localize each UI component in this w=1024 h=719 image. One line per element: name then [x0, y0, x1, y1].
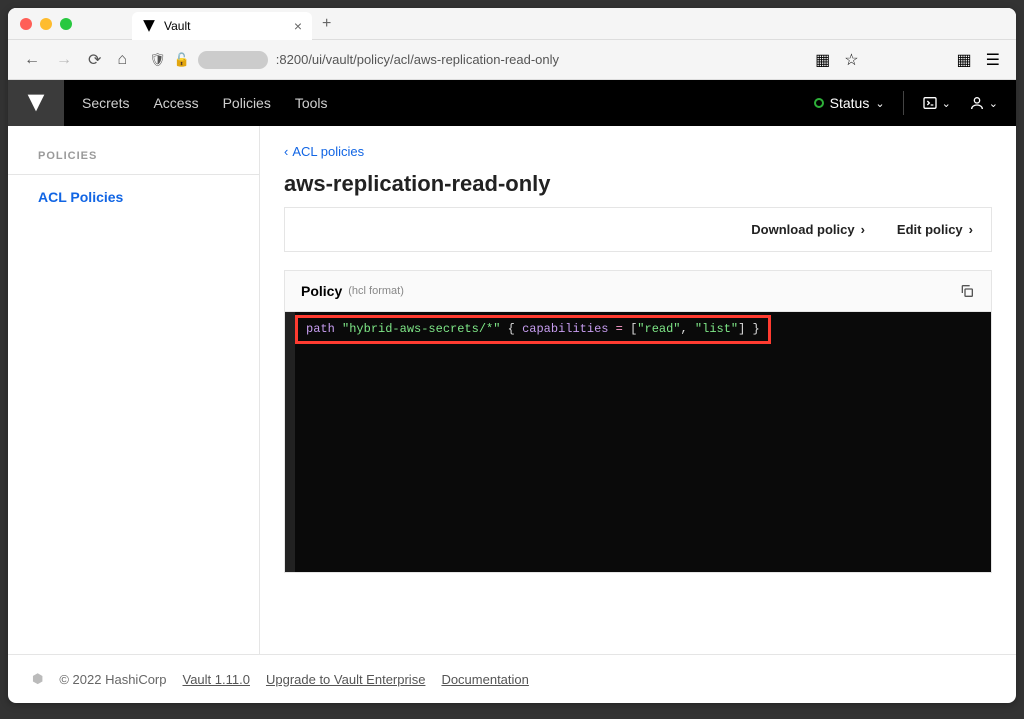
browser-toolbar: ← → ⟳ ⌂ 🛡 🔓 :8200/ui/vault/policy/acl/aw…	[8, 40, 1016, 80]
copy-icon	[959, 283, 975, 299]
highlighted-code-region: path "hybrid-aws-secrets/*" { capabiliti…	[295, 315, 771, 344]
new-tab-button[interactable]: +	[322, 15, 331, 33]
hashicorp-logo-icon: ⬢	[32, 671, 43, 687]
vault-logo-icon	[26, 93, 46, 113]
copyright: © 2022 HashiCorp	[59, 672, 166, 687]
terminal-icon	[922, 95, 938, 111]
menu-icon[interactable]: ☰	[986, 50, 1000, 70]
policy-label: Policy	[301, 283, 342, 299]
reload-button[interactable]: ⟳	[88, 50, 101, 70]
copy-button[interactable]	[959, 283, 975, 299]
footer: ⬢ © 2022 HashiCorp Vault 1.11.0 Upgrade …	[8, 654, 1016, 703]
browser-titlebar: Vault × +	[8, 8, 1016, 40]
download-label: Download policy	[751, 222, 854, 237]
policy-panel: Policy (hcl format) path "hybrid-aws-sec…	[284, 270, 992, 573]
url-redacted-host	[198, 51, 268, 69]
breadcrumb-back[interactable]: ‹ ACL policies	[284, 144, 992, 159]
url-text: :8200/ui/vault/policy/acl/aws-replicatio…	[276, 52, 559, 67]
breadcrumb-label: ACL policies	[292, 144, 364, 159]
version-link[interactable]: Vault 1.11.0	[183, 672, 250, 687]
window-close-button[interactable]	[20, 18, 32, 30]
status-indicator-icon	[814, 98, 824, 108]
nav-policies[interactable]: Policies	[223, 95, 271, 111]
apps-icon[interactable]: ▦	[957, 50, 972, 70]
main-content: ‹ ACL policies aws-replication-read-only…	[260, 126, 1016, 654]
shield-icon: 🛡	[149, 52, 166, 68]
upgrade-link[interactable]: Upgrade to Vault Enterprise	[266, 672, 425, 687]
chevron-down-icon: ⌄	[875, 97, 884, 110]
status-dropdown[interactable]: Status ⌄	[814, 95, 885, 111]
home-button[interactable]: ⌂	[117, 51, 127, 69]
action-bar: Download policy › Edit policy ›	[284, 207, 992, 252]
chevron-right-icon: ›	[969, 222, 973, 237]
insecure-lock-icon: 🔓	[174, 52, 190, 68]
console-dropdown[interactable]: ⌄	[922, 95, 951, 111]
documentation-link[interactable]: Documentation	[441, 672, 528, 687]
app-header: Secrets Access Policies Tools Status ⌄ ⌄…	[8, 80, 1016, 126]
download-policy-button[interactable]: Download policy ›	[751, 222, 865, 237]
chevron-down-icon: ⌄	[989, 97, 998, 110]
edit-policy-button[interactable]: Edit policy ›	[897, 222, 973, 237]
chevron-right-icon: ›	[861, 222, 865, 237]
forward-button[interactable]: →	[56, 51, 72, 69]
tab-title: Vault	[164, 19, 190, 33]
code-editor[interactable]: path "hybrid-aws-secrets/*" { capabiliti…	[285, 312, 991, 572]
window-minimize-button[interactable]	[40, 18, 52, 30]
status-label: Status	[830, 95, 870, 111]
sidebar-item-acl-policies[interactable]: ACL Policies	[8, 175, 259, 219]
user-dropdown[interactable]: ⌄	[969, 95, 998, 111]
bookmark-icon[interactable]: ☆	[844, 50, 858, 70]
sidebar: POLICIES ACL Policies	[8, 126, 260, 654]
policy-format: (hcl format)	[348, 285, 404, 297]
chevron-down-icon: ⌄	[942, 97, 951, 110]
divider	[903, 91, 904, 115]
url-bar[interactable]: 🛡 🔓 :8200/ui/vault/policy/acl/aws-replic…	[143, 51, 799, 69]
window-maximize-button[interactable]	[60, 18, 72, 30]
nav-access[interactable]: Access	[153, 95, 198, 111]
qr-icon[interactable]: ▦	[815, 50, 830, 70]
edit-label: Edit policy	[897, 222, 963, 237]
vault-logo[interactable]	[8, 80, 64, 126]
user-icon	[969, 95, 985, 111]
browser-tab[interactable]: Vault ×	[132, 12, 312, 40]
back-button[interactable]: ←	[24, 51, 40, 69]
close-tab-icon[interactable]: ×	[294, 18, 302, 34]
page-title: aws-replication-read-only	[284, 171, 992, 197]
nav-tools[interactable]: Tools	[295, 95, 328, 111]
vault-favicon-icon	[142, 19, 156, 33]
nav-secrets[interactable]: Secrets	[82, 95, 129, 111]
sidebar-heading: POLICIES	[8, 150, 259, 174]
chevron-left-icon: ‹	[284, 144, 288, 159]
